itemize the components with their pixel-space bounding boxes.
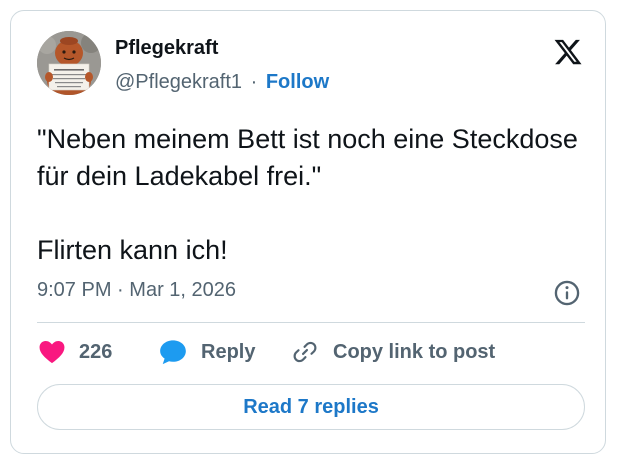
link-icon [293,341,317,363]
follow-button[interactable]: Follow [266,71,329,93]
handle-separator: · [250,71,258,93]
copy-link-label: Copy link to post [333,340,496,363]
like-count: 226 [79,340,113,363]
copy-link-button[interactable]: Copy link to post [291,338,495,366]
tweet-time: 9:07 PM [37,279,112,301]
author-handle-row: @Pflegekraft1 · Follow [115,71,329,94]
read-replies-button[interactable]: Read 7 replies [37,384,585,430]
info-icon[interactable] [553,279,581,307]
author-display-name[interactable]: Pflegekraft [115,37,218,60]
timestamp-separator: · [117,279,124,301]
tweet-date: Mar 1, 2026 [129,279,237,301]
like-button[interactable]: 226 [39,338,112,366]
avatar[interactable] [37,31,101,95]
tweet-timestamp[interactable]: 9:07 PM · Mar 1, 2026 [37,279,236,302]
x-logo-icon[interactable] [553,37,583,67]
reply-button[interactable]: Reply [159,338,255,366]
tweet-text: "Neben meinem Bett ist noch eine Steckdo… [37,121,589,269]
divider [37,322,585,323]
speech-bubble-icon [160,340,186,365]
heart-icon [39,340,65,364]
tweet-paragraph: Flirten kann ich! [37,235,228,265]
author-handle[interactable]: @Pflegekraft1 [115,71,242,93]
reply-label: Reply [201,340,256,363]
post-card: Pflegekraft @Pflegekraft1 · Follow "Nebe… [10,10,606,454]
tweet-paragraph: "Neben meinem Bett ist noch eine Steckdo… [37,124,578,191]
knitted-figure-avatar-icon [37,31,101,95]
